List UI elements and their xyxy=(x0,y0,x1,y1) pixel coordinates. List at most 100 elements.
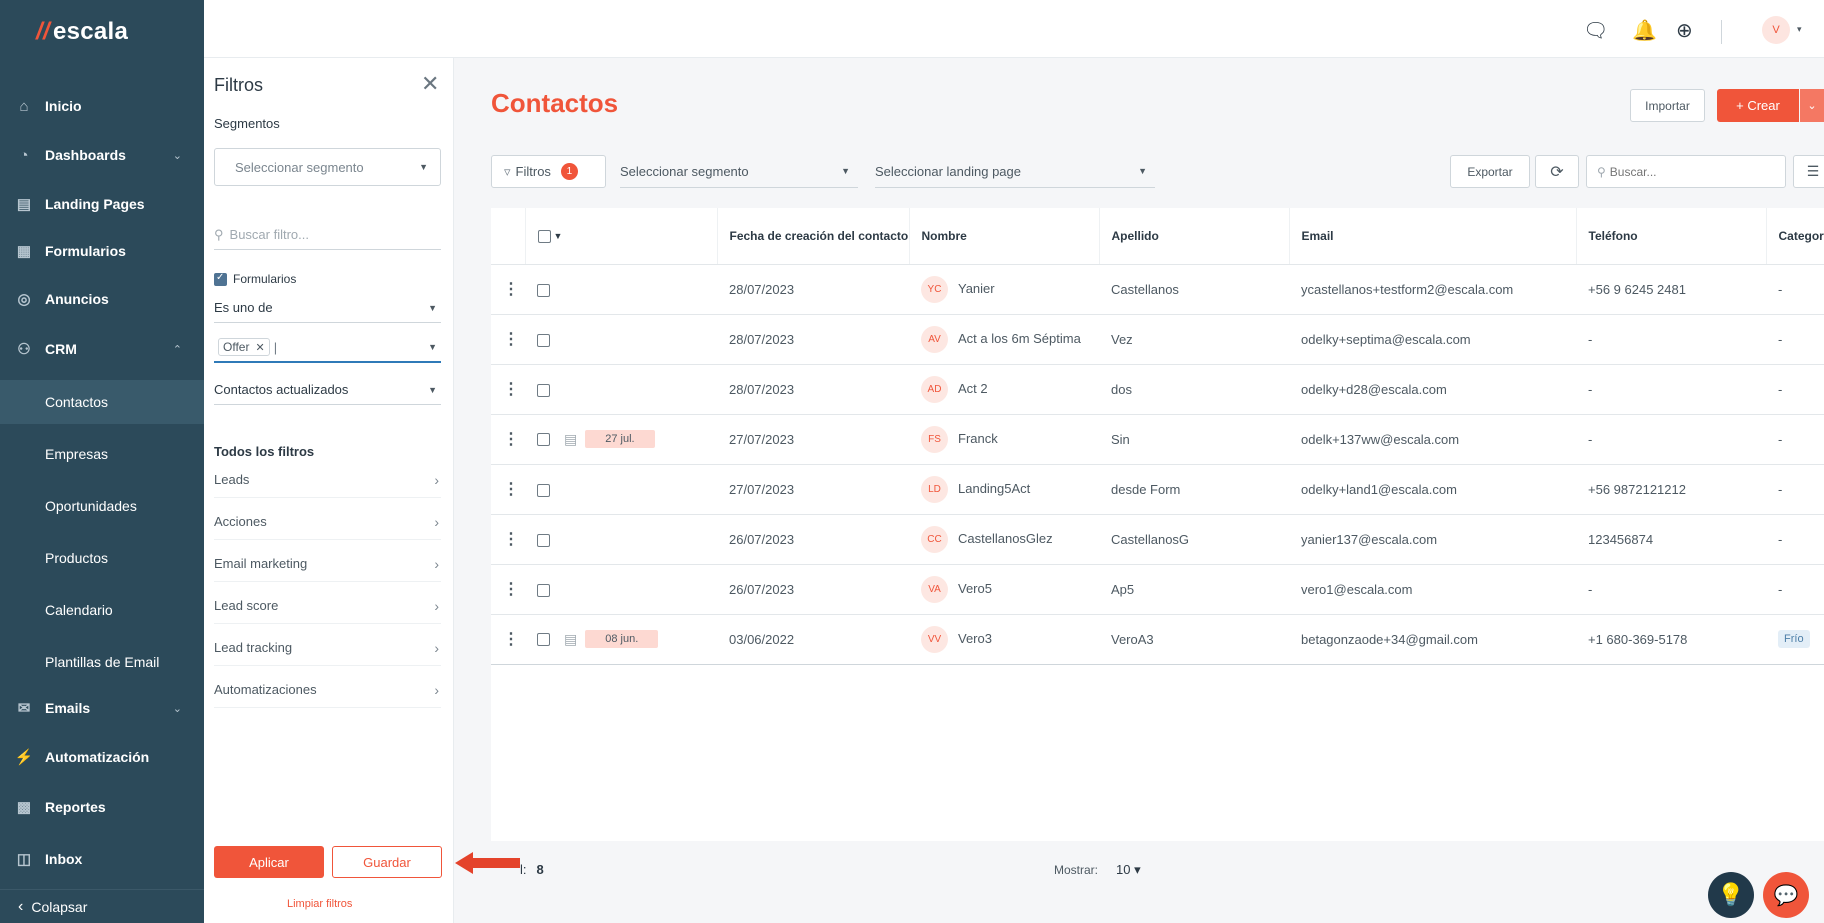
contact-name[interactable]: Act a los 6m Séptima xyxy=(958,330,1081,345)
contact-name[interactable]: CastellanosGlez xyxy=(958,530,1053,545)
filter-category-leads[interactable]: Leads › xyxy=(214,462,441,498)
page-size-select[interactable]: 10 ▾ xyxy=(1116,862,1141,877)
header-select-all[interactable]: ▼ xyxy=(525,208,718,265)
table-row[interactable]: ⋮ 28/07/2023 AD Act 2 dos odelky+d28@escala.c… xyxy=(491,364,1824,415)
row-select-cell[interactable] xyxy=(525,364,717,415)
row-select-cell[interactable] xyxy=(525,464,717,515)
sidebar-item-oportunidades[interactable]: Oportunidades xyxy=(0,484,204,528)
contacts-search[interactable]: ⚲ xyxy=(1586,155,1786,188)
more-vertical-icon[interactable]: ⋮ xyxy=(503,531,519,548)
name-cell[interactable]: VV Vero3 xyxy=(909,614,1099,665)
header-categoria[interactable]: Categor xyxy=(1766,208,1824,265)
table-row[interactable]: ⋮ 28/07/2023 YC Yanier Castellanos ycastellan… xyxy=(491,264,1824,315)
remove-tag-icon[interactable]: ✕ xyxy=(255,341,264,354)
refresh-icon[interactable]: ⟳ xyxy=(1535,155,1579,188)
condition-select[interactable]: Contactos actualizados ▼ xyxy=(214,375,441,405)
more-vertical-icon[interactable]: ⋮ xyxy=(503,431,519,448)
row-menu-cell[interactable]: ⋮ xyxy=(491,514,525,565)
table-row[interactable]: ⋮ ▤ 27 jul. 27/07/2023 FS Franck Sin odelk+137w… xyxy=(491,414,1824,465)
row-select-cell[interactable]: ▤ 08 jun. xyxy=(525,614,717,665)
landing-page-select[interactable]: Seleccionar landing page ▼ xyxy=(875,155,1155,188)
row-select-cell[interactable]: ▤ 27 jul. xyxy=(525,414,717,465)
contact-name[interactable]: Landing5Act xyxy=(958,480,1030,495)
more-vertical-icon[interactable]: ⋮ xyxy=(503,631,519,648)
filter-category-acciones[interactable]: Acciones › xyxy=(214,504,441,540)
table-row[interactable]: ⋮ 27/07/2023 LD Landing5Act desde Form odelky… xyxy=(491,464,1824,515)
sidebar-item-inbox[interactable]: ◫ Inbox xyxy=(0,839,204,879)
row-menu-cell[interactable]: ⋮ xyxy=(491,564,525,615)
user-avatar[interactable]: V xyxy=(1762,16,1790,44)
row-select-cell[interactable] xyxy=(525,314,717,365)
table-row[interactable]: ⋮ 28/07/2023 AV Act a los 6m Séptima Vez odel… xyxy=(491,314,1824,365)
bell-icon[interactable]: 🔔 xyxy=(1632,18,1657,43)
row-select-cell[interactable] xyxy=(525,264,717,315)
contact-name[interactable]: Vero3 xyxy=(958,630,992,645)
segment-select-toolbar[interactable]: Seleccionar segmento ▼ xyxy=(620,155,858,188)
row-checkbox[interactable] xyxy=(537,333,550,347)
sidebar-item-anuncios[interactable]: ◎ Anuncios xyxy=(0,279,204,319)
chat-support-icon[interactable]: 💬 xyxy=(1763,872,1809,918)
row-menu-cell[interactable]: ⋮ xyxy=(491,364,525,415)
select-all-checkbox[interactable] xyxy=(537,229,551,243)
row-checkbox[interactable] xyxy=(537,383,550,397)
contact-name[interactable]: Franck xyxy=(958,430,998,445)
header-apellido[interactable]: Apellido xyxy=(1099,208,1290,265)
close-icon[interactable]: ✕ xyxy=(421,71,439,97)
sidebar-item-landing-pages[interactable]: ▤ Landing Pages xyxy=(0,184,204,224)
more-vertical-icon[interactable]: ⋮ xyxy=(503,481,519,498)
table-row[interactable]: ⋮ 26/07/2023 CC CastellanosGlez CastellanosG… xyxy=(491,514,1824,565)
filter-category-lead-tracking[interactable]: Lead tracking › xyxy=(214,630,441,666)
clear-filters-link[interactable]: Limpiar filtros xyxy=(287,898,352,910)
row-checkbox[interactable] xyxy=(537,283,550,297)
sidebar-item-productos[interactable]: Productos xyxy=(0,536,204,580)
row-menu-cell[interactable]: ⋮ xyxy=(491,264,525,315)
export-button[interactable]: Exportar xyxy=(1450,155,1530,188)
operator-select[interactable]: Es uno de ▼ xyxy=(214,293,441,323)
name-cell[interactable]: YC Yanier xyxy=(909,264,1099,315)
sidebar-item-reportes[interactable]: ▩ Reportes xyxy=(0,787,204,827)
sidebar-item-dashboards[interactable]: ◔ Dashboards ⌄ xyxy=(0,135,204,175)
header-fecha[interactable]: Fecha de creación del contacto xyxy=(717,208,910,265)
contact-name[interactable]: Yanier xyxy=(958,280,995,295)
formularios-filter-checkbox[interactable]: Formularios xyxy=(214,272,296,286)
row-checkbox[interactable] xyxy=(537,483,550,497)
row-select-cell[interactable] xyxy=(525,564,717,615)
sidebar-item-crm[interactable]: ⚇ CRM ⌃ xyxy=(0,329,204,369)
segment-select[interactable]: Seleccionar segmento ▼ xyxy=(214,148,441,186)
sidebar-item-formularios[interactable]: ▦ Formularios xyxy=(0,231,204,271)
header-email[interactable]: Email xyxy=(1289,208,1577,265)
name-cell[interactable]: VA Vero5 xyxy=(909,564,1099,615)
checkbox-checked[interactable] xyxy=(214,272,227,286)
add-circle-icon[interactable]: ⊕ xyxy=(1676,18,1693,43)
value-multiselect[interactable]: Offer ✕ | ▼ xyxy=(214,333,441,363)
more-vertical-icon[interactable]: ⋮ xyxy=(503,381,519,398)
row-menu-cell[interactable]: ⋮ xyxy=(491,464,525,515)
create-button[interactable]: + Crear xyxy=(1717,89,1799,122)
save-filters-button[interactable]: Guardar xyxy=(332,846,442,878)
filter-category-automatizaciones[interactable]: Automatizaciones › xyxy=(214,672,441,708)
contact-name[interactable]: Act 2 xyxy=(958,380,988,395)
filter-search-input[interactable]: ⚲ Buscar filtro... xyxy=(214,220,441,250)
filter-category-lead-score[interactable]: Lead score › xyxy=(214,588,441,624)
more-vertical-icon[interactable]: ⋮ xyxy=(503,331,519,348)
row-menu-cell[interactable]: ⋮ xyxy=(491,314,525,365)
collapse-sidebar-button[interactable]: ‹ Colapsar xyxy=(0,889,204,923)
sidebar-item-emails[interactable]: ✉ Emails ⌄ xyxy=(0,688,204,728)
contact-name[interactable]: Vero5 xyxy=(958,580,992,595)
import-button[interactable]: Importar xyxy=(1630,89,1705,122)
create-dropdown-button[interactable]: ⌄ xyxy=(1800,89,1824,122)
header-nombre[interactable]: Nombre xyxy=(909,208,1100,265)
table-row[interactable]: ⋮ 26/07/2023 VA Vero5 Ap5 vero1@escala.com - - xyxy=(491,564,1824,615)
row-checkbox[interactable] xyxy=(537,583,550,597)
caret-down-icon[interactable]: ▼ xyxy=(554,231,563,241)
name-cell[interactable]: AV Act a los 6m Séptima xyxy=(909,314,1099,365)
sidebar-item-plantillas-email[interactable]: Plantillas de Email xyxy=(0,640,204,684)
chat-icon[interactable]: 🗨 xyxy=(1583,18,1608,43)
sidebar-item-calendario[interactable]: Calendario xyxy=(0,588,204,632)
row-checkbox[interactable] xyxy=(537,632,550,646)
name-cell[interactable]: AD Act 2 xyxy=(909,364,1099,415)
name-cell[interactable]: CC CastellanosGlez xyxy=(909,514,1099,565)
row-menu-cell[interactable]: ⋮ xyxy=(491,614,525,665)
row-menu-cell[interactable]: ⋮ xyxy=(491,414,525,465)
more-vertical-icon[interactable]: ⋮ xyxy=(503,581,519,598)
